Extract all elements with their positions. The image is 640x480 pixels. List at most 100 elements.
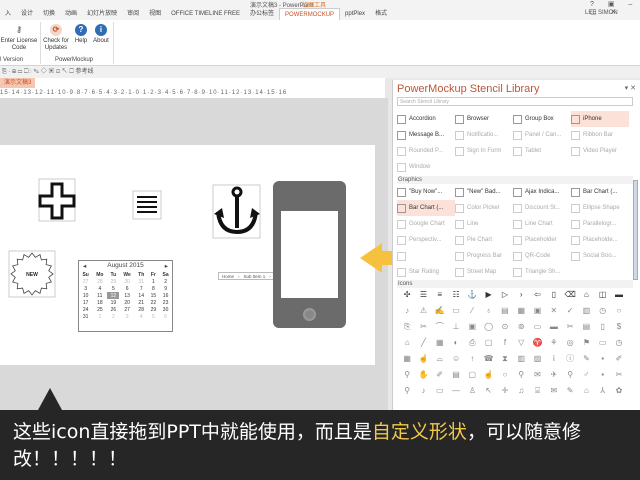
stencil-icon[interactable]: ♈ [529,338,545,348]
stencil-item[interactable]: "Buy Now"... [397,184,455,200]
stencil-icon[interactable]: ▤ [578,322,594,332]
stencil-item[interactable]: Google Chart [397,216,455,232]
stencil-icon[interactable]: ✉ [529,370,545,380]
stencil-icon[interactable]: ▦ [432,338,448,348]
stencil-item[interactable]: Accordion [397,111,455,127]
tab-1[interactable]: 设计 [16,8,38,20]
calendar-widget[interactable]: ◂August 2015▸ SuMoTuWeThFrSa272829303112… [78,260,173,332]
stencil-icon[interactable]: ✛ [497,386,513,396]
calendar-day[interactable]: 31 [79,313,92,320]
calendar-day[interactable]: 19 [107,299,119,306]
stencil-icon[interactable]: ⁄ [464,306,480,316]
document-tab[interactable]: 演示文稿3 [0,78,35,88]
stencil-icon[interactable]: ✐ [611,354,627,364]
stencil-item[interactable]: Pie Chart [455,232,513,248]
calendar-day[interactable]: 30 [159,306,172,313]
stencil-icon[interactable]: ▦ [513,306,529,316]
stencil-icon[interactable]: ▽ [513,338,529,348]
stencil-icon[interactable]: — [448,386,464,396]
next-month-button[interactable]: ▸ [165,262,168,270]
check-updates-button[interactable]: ⟳ Check for Updates [42,24,70,52]
prev-month-button[interactable]: ◂ [83,262,86,270]
stencil-icon[interactable]: ▤ [448,370,464,380]
stencil-icon[interactable]: ✂ [415,322,431,332]
stencil-item[interactable]: Parallelogr... [571,216,629,232]
stencil-item[interactable]: Sign In Form [455,143,513,159]
stencil-item[interactable]: Discount St... [513,200,571,216]
tab-6[interactable]: 视图 [144,8,166,20]
stencil-icon[interactable]: ▥ [578,306,594,316]
stencil-icon[interactable]: ⊚ [513,322,529,332]
stencil-icon[interactable]: ⚲ [513,370,529,380]
stencil-icon[interactable]: ⅰ [546,354,562,364]
stencil-icon[interactable]: ✐ [432,370,448,380]
stencil-icon[interactable]: ▢ [480,338,496,348]
stencil-item[interactable]: Progress Bar [455,248,513,264]
calendar-day[interactable]: 4 [135,313,148,320]
stencil-icon[interactable]: ☝ [480,370,496,380]
stencil-icon[interactable]: ▷ [497,290,513,300]
calendar-day[interactable]: 1 [148,278,160,285]
stencil-item[interactable]: Star Rating [397,264,455,280]
stencil-icon[interactable]: ⌂ [399,338,415,348]
tab-4[interactable]: 幻灯片放映 [82,8,122,20]
calendar-day[interactable]: 2 [107,313,119,320]
tab-3[interactable]: 动画 [60,8,82,20]
anchor-icon[interactable] [212,184,262,240]
stencil-icon[interactable]: ☝ [415,354,431,364]
enter-license-button[interactable]: ⚷ Enter License Code [0,24,38,52]
stencil-icon[interactable]: ▥ [513,354,529,364]
breadcrumb-item[interactable]: Home [222,273,234,279]
calendar-day[interactable]: 3 [119,313,134,320]
stencil-icon[interactable]: ♂ [578,370,594,380]
tab-9[interactable]: POWERMOCKUP [279,8,340,20]
calendar-day[interactable]: 22 [148,299,160,306]
stencil-item[interactable]: Panel / Can... [513,127,571,143]
stencil-icon[interactable]: ⇦ [529,290,545,300]
panel-scrollbar[interactable] [633,180,638,280]
stencil-icon[interactable]: ◷ [611,338,627,348]
panel-close-icon[interactable]: ▾ ✕ [625,84,636,92]
stencil-icon[interactable]: ◷ [595,306,611,316]
stencil-item[interactable]: Group Box [513,111,571,127]
calendar-day[interactable]: 12 [107,292,119,299]
stencil-item[interactable]: Notificatio... [455,127,513,143]
calendar-day[interactable]: 21 [135,299,148,306]
stencil-item[interactable]: Line Chart [513,216,571,232]
calendar-day[interactable]: 8 [148,285,160,292]
calendar-day[interactable]: 18 [92,299,107,306]
tab-5[interactable]: 审阅 [122,8,144,20]
stencil-item[interactable]: Ellipse Shape [571,200,629,216]
calendar-day[interactable]: 15 [148,292,160,299]
stencil-icon[interactable]: ⚠ [415,306,431,316]
stencil-icon[interactable]: ⎘ [399,322,415,332]
stencil-icon[interactable]: ☺ [448,354,464,364]
calendar-day[interactable]: 23 [159,299,172,306]
stencil-item[interactable]: Window [397,159,455,175]
calendar-day[interactable]: 13 [119,292,134,299]
stencil-icon[interactable]: ◎ [562,338,578,348]
tab-11[interactable]: 格式 [370,8,392,20]
tab-8[interactable]: 办公标签 [245,8,279,20]
stencil-icon[interactable]: ⌂ [578,386,594,396]
calendar-day[interactable]: 3 [79,285,92,292]
stencil-icon[interactable]: ♪ [415,386,431,396]
tab-7[interactable]: OFFICE TIMELINE FREE [166,8,245,20]
stencil-item[interactable]: QR-Code [513,248,571,264]
stencil-icon[interactable]: ▭ [595,338,611,348]
iphone-mockup[interactable] [273,181,346,328]
calendar-day[interactable]: 27 [119,306,134,313]
stencil-icon[interactable]: ✍ [432,306,448,316]
calendar-day[interactable]: 14 [135,292,148,299]
stencil-icon[interactable]: ✈ [546,370,562,380]
stencil-icon[interactable]: ▪ [595,370,611,380]
stencil-icon[interactable]: ✂ [562,322,578,332]
stencil-icon[interactable]: ⎙ [464,338,480,348]
calendar-day[interactable]: 5 [107,285,119,292]
stencil-icon[interactable]: ⚑ [578,338,594,348]
stencil-icon[interactable]: ⚘ [546,338,562,348]
stencil-item[interactable]: Ajax Indica... [513,184,571,200]
stencil-icon[interactable]: ✎ [562,386,578,396]
stencil-icon[interactable]: ▯ [546,290,562,300]
stencil-icon[interactable]: ✋ [415,370,431,380]
